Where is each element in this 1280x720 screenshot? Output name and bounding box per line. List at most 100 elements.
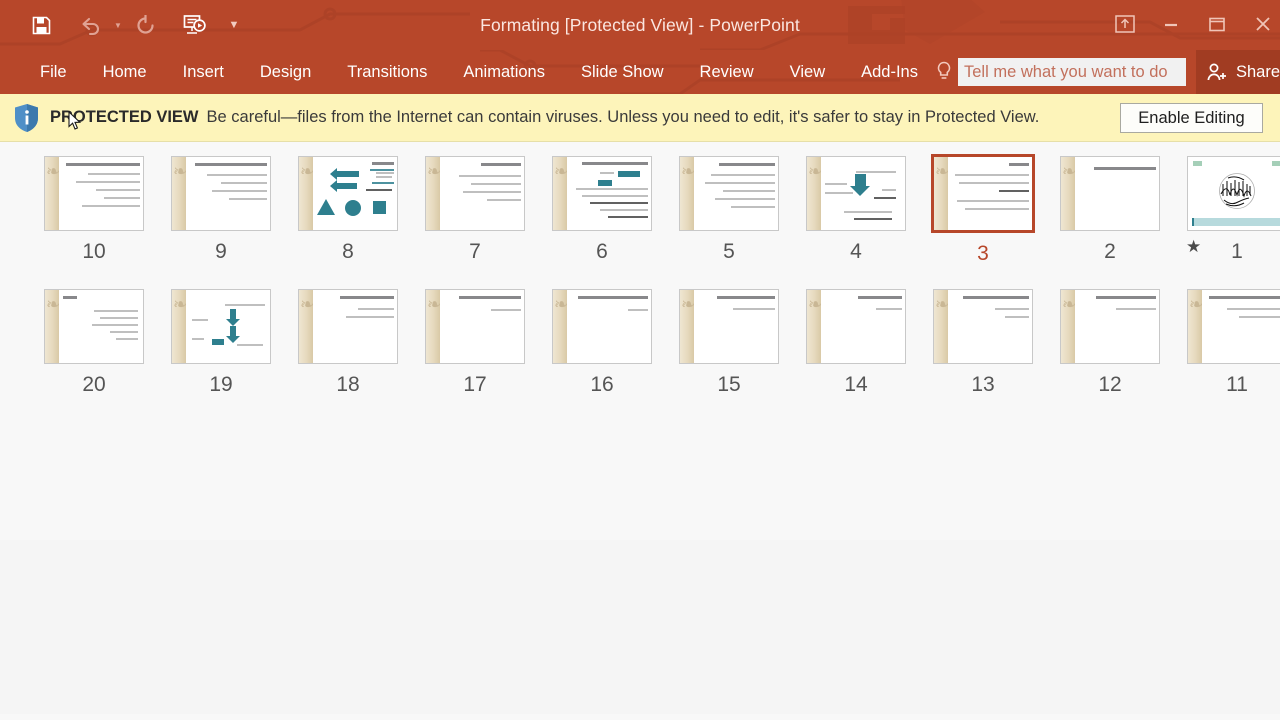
slide-item-12[interactable]: ❧ 12	[1049, 289, 1171, 397]
enable-editing-label: Enable Editing	[1138, 108, 1245, 127]
slide-thumbnail[interactable]: ❧	[1187, 289, 1280, 364]
undo-icon[interactable]	[72, 8, 110, 42]
slide-thumbnail[interactable]: ❧	[425, 289, 525, 364]
tab-transitions[interactable]: Transitions	[329, 50, 445, 94]
slide-content	[315, 294, 394, 360]
tell-me-placeholder: Tell me what you want to do	[964, 62, 1168, 81]
slide-sorter-pane[interactable]: ❧ 10 ❧ 9 ❧ 8 ❧ 7 ❧ 6 ❧ 5 ❧ 4 ❧ 3 ❧ 2 1 ★…	[0, 142, 1280, 714]
tab-review[interactable]: Review	[682, 50, 772, 94]
slide-item-17[interactable]: ❧ 17	[414, 289, 536, 397]
slide-thumbnail[interactable]	[1187, 156, 1280, 231]
slide-row-1: ❧ 10 ❧ 9 ❧ 8 ❧ 7 ❧ 6 ❧ 5 ❧ 4 ❧ 3 ❧ 2 1 ★	[0, 142, 1280, 275]
slide-item-14[interactable]: ❧ 14	[795, 289, 917, 397]
tab-add-ins[interactable]: Add-Ins	[843, 50, 936, 94]
animation-star-icon[interactable]: ★	[1186, 237, 1201, 257]
slide-item-1[interactable]: 1 ★	[1176, 156, 1280, 264]
slide-thumbnail[interactable]: ❧	[298, 289, 398, 364]
save-icon[interactable]	[22, 8, 60, 42]
slide-thumbnail[interactable]: ❧	[1060, 156, 1160, 231]
slide-row-2: ❧ 20 ❧ 19 ❧ 18 ❧ 17 ❧ 16 ❧ 15 ❧ 14 ❧ 13 …	[0, 275, 1280, 408]
quick-access-toolbar[interactable]: ▼ ▼	[22, 8, 242, 42]
slide-item-16[interactable]: ❧ 16	[541, 289, 663, 397]
slide-item-8[interactable]: ❧ 8	[287, 156, 409, 264]
tell-me-input[interactable]: Tell me what you want to do	[958, 58, 1186, 86]
slide-thumbnail[interactable]: ❧	[44, 289, 144, 364]
slide-content	[950, 294, 1029, 360]
slide-thumbnail[interactable]: ❧	[171, 289, 271, 364]
slide-thumbnail[interactable]: ❧	[425, 156, 525, 231]
tab-slide-show[interactable]: Slide Show	[563, 50, 682, 94]
minimize-icon[interactable]	[1148, 4, 1194, 44]
start-slideshow-icon[interactable]	[176, 8, 214, 42]
slide-ornament-icon: ❧	[173, 295, 188, 315]
slide-item-5[interactable]: ❧ 5	[668, 156, 790, 264]
slide-ornament-icon: ❧	[935, 162, 950, 182]
shape-arrow-right	[330, 180, 357, 192]
slide-item-3[interactable]: ❧ 3	[922, 154, 1044, 266]
slide-thumbnail[interactable]: ❧	[806, 156, 906, 231]
slide-content	[823, 294, 902, 360]
slide-thumbnail[interactable]: ❧	[806, 289, 906, 364]
slide-content	[188, 161, 267, 227]
slide-thumbnail[interactable]: ❧	[44, 156, 144, 231]
slide-thumbnail[interactable]: ❧	[1060, 289, 1160, 364]
slide-item-13[interactable]: ❧ 13	[922, 289, 1044, 397]
slide-item-19[interactable]: ❧ 19	[160, 289, 282, 397]
tab-insert[interactable]: Insert	[165, 50, 242, 94]
shape-arrow-right	[330, 168, 359, 180]
protected-view-message: Be careful—files from the Internet can c…	[206, 108, 1040, 126]
window-controls[interactable]	[1102, 4, 1280, 44]
undo-dropdown-icon[interactable]: ▼	[110, 8, 126, 42]
enable-editing-button[interactable]: Enable Editing	[1120, 103, 1263, 133]
slide-ornament-icon: ❧	[427, 295, 442, 315]
tab-animations[interactable]: Animations	[445, 50, 563, 94]
slide-content	[950, 161, 1029, 227]
tab-home[interactable]: Home	[85, 50, 165, 94]
slide-content	[569, 161, 648, 227]
slide-thumbnail[interactable]: ❧	[552, 289, 652, 364]
redo-icon[interactable]	[126, 8, 164, 42]
ribbon-tab-bar: File Home Insert Design Transitions Anim…	[0, 50, 1280, 94]
slide-item-18[interactable]: ❧ 18	[287, 289, 409, 397]
share-button[interactable]: Share	[1196, 50, 1280, 94]
slide-ornament-icon: ❧	[1189, 295, 1204, 315]
tab-view[interactable]: View	[772, 50, 843, 94]
slide-item-10[interactable]: ❧ 10	[33, 156, 155, 264]
customize-qat-icon[interactable]: ▼	[226, 8, 242, 42]
slide-thumbnail[interactable]: ❧	[679, 156, 779, 231]
slide-thumbnail[interactable]: ❧	[171, 156, 271, 231]
slide-item-11[interactable]: ❧ 11	[1176, 289, 1280, 397]
tab-design[interactable]: Design	[242, 50, 329, 94]
close-icon[interactable]	[1240, 4, 1280, 44]
slide-item-9[interactable]: ❧ 9	[160, 156, 282, 264]
slide-number: 6	[596, 240, 608, 263]
slide-number: 12	[1098, 373, 1122, 396]
slide-thumbnail[interactable]: ❧	[552, 156, 652, 231]
ribbon-tabs[interactable]: File Home Insert Design Transitions Anim…	[0, 50, 936, 94]
slide-number: 8	[342, 240, 354, 263]
slide-item-6[interactable]: ❧ 6	[541, 156, 663, 264]
slide-content	[696, 294, 775, 360]
slide-thumbnail[interactable]: ❧	[298, 156, 398, 231]
slide-thumbnail[interactable]: ❧	[933, 289, 1033, 364]
slide-item-20[interactable]: ❧ 20	[33, 289, 155, 397]
ribbon-display-options-icon[interactable]	[1102, 4, 1148, 44]
slide-thumbnail[interactable]: ❧	[679, 289, 779, 364]
slide-number: 14	[844, 373, 868, 396]
slide-item-15[interactable]: ❧ 15	[668, 289, 790, 397]
shape-arrow-down	[226, 309, 240, 326]
slide-thumbnail-selected[interactable]: ❧	[931, 154, 1035, 233]
slide-number: 13	[971, 373, 995, 396]
shape-square	[373, 201, 386, 214]
tell-me-search[interactable]: Tell me what you want to do	[930, 50, 1186, 94]
tab-file[interactable]: File	[22, 50, 85, 94]
slide-content	[1204, 294, 1280, 360]
restore-icon[interactable]	[1194, 4, 1240, 44]
slide-item-7[interactable]: ❧ 7	[414, 156, 536, 264]
shape-accent-bar	[598, 180, 612, 186]
share-person-icon	[1207, 63, 1226, 81]
slide-item-2[interactable]: ❧ 2	[1049, 156, 1171, 264]
slide-content	[823, 161, 902, 227]
slide-ornament-icon: ❧	[681, 162, 696, 182]
slide-item-4[interactable]: ❧ 4	[795, 156, 917, 264]
